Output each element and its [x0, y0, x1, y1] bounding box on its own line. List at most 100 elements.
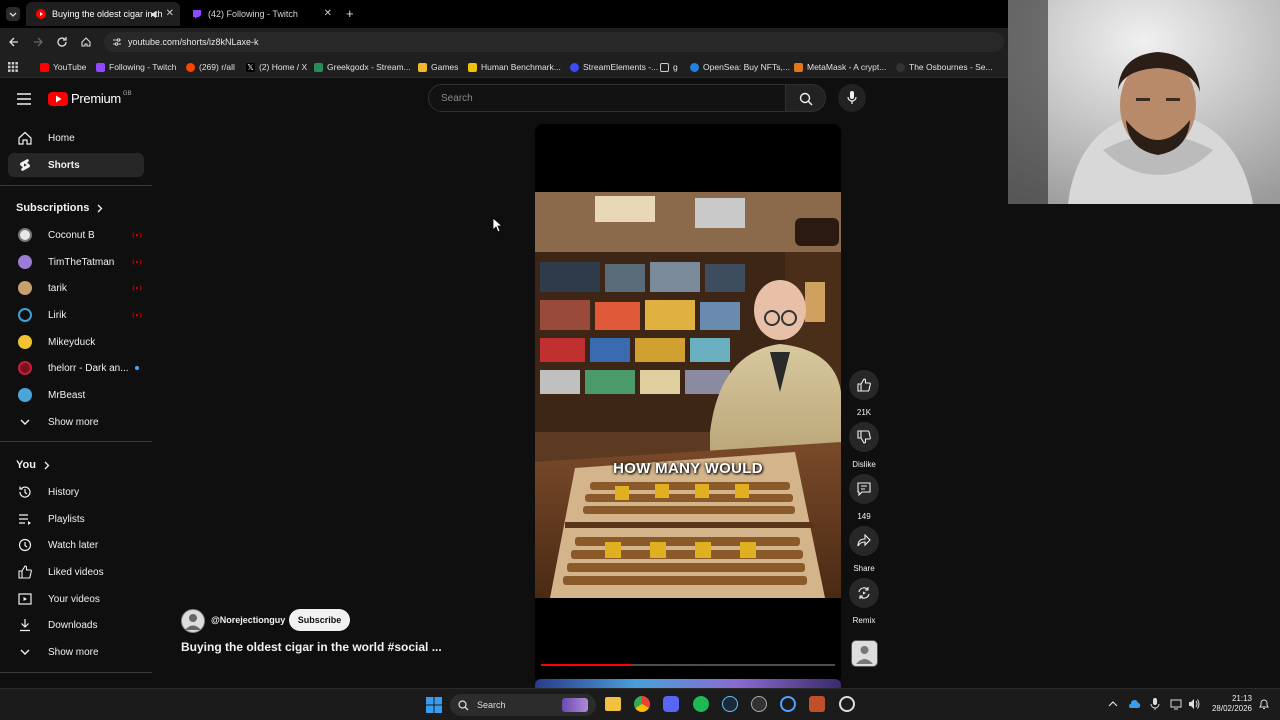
- bookmark-youtube[interactable]: YouTube: [40, 60, 86, 74]
- site-info-icon[interactable]: [112, 37, 122, 47]
- hamburger-menu-icon[interactable]: [16, 92, 32, 106]
- chrome-icon[interactable]: [634, 696, 650, 712]
- sidebar-item-tarik[interactable]: tarik: [8, 276, 144, 300]
- sidebar-item-watch-later[interactable]: Watch later: [8, 533, 144, 557]
- sidebar-item-liked-videos[interactable]: Liked videos: [8, 560, 144, 584]
- obs-icon[interactable]: [751, 696, 767, 712]
- you-heading[interactable]: You: [16, 459, 50, 471]
- back-arrow-icon[interactable]: [8, 36, 20, 48]
- bookmark-games[interactable]: Games: [418, 60, 458, 74]
- tab-search-button[interactable]: [6, 7, 20, 21]
- sound-thumbnail[interactable]: [851, 640, 878, 667]
- close-tab-icon[interactable]: ✕: [324, 8, 332, 19]
- sidebar-item-downloads[interactable]: Downloads: [8, 613, 144, 637]
- channel-name[interactable]: @Norejectionguy: [211, 615, 285, 625]
- sidebar-item-timthetatman[interactable]: TimTheTatman: [8, 250, 144, 274]
- new-content-dot: [135, 366, 139, 370]
- bookmark-reddit[interactable]: (269) r/all: [186, 60, 235, 74]
- sidebar-item-coconut-b[interactable]: Coconut B: [8, 223, 144, 247]
- sidebar-item-playlists[interactable]: Playlists: [8, 507, 144, 531]
- taskbar: Search 21:13 28/02/2026: [0, 688, 1280, 720]
- tab-twitch[interactable]: (42) Following - Twitch ✕: [182, 2, 338, 26]
- sidebar-item-history[interactable]: History: [8, 480, 144, 504]
- home-icon: [18, 131, 32, 145]
- bookmark-greekgodx[interactable]: Greekgodx - Stream...: [314, 60, 411, 74]
- url-text: youtube.com/shorts/iz8kNLaxe-k: [128, 37, 259, 47]
- search-button[interactable]: [786, 84, 826, 112]
- clock-date: 28/02/2026: [1211, 704, 1252, 713]
- sidebar-item-lirik[interactable]: Lirik: [8, 303, 144, 327]
- sidebar-item-home[interactable]: Home: [8, 126, 144, 150]
- sidebar-item-thelorr[interactable]: thelorr - Dark an...: [8, 356, 144, 380]
- home-icon[interactable]: [80, 36, 92, 48]
- close-tab-icon[interactable]: ✕: [166, 8, 174, 19]
- bookmark-osbournes[interactable]: The Osbournes - Se...: [896, 60, 993, 74]
- video-frame: [535, 192, 841, 598]
- taskbar-clock[interactable]: 21:13 28/02/2026: [1206, 694, 1252, 714]
- cloud-icon[interactable]: [1128, 698, 1140, 710]
- bookmark-twitch[interactable]: Following - Twitch: [96, 60, 176, 74]
- tab-youtube[interactable]: Buying the oldest cigar in th ✕: [26, 2, 180, 26]
- sidebar-divider: [0, 672, 152, 673]
- bookmark-x[interactable]: 𝕏 (2) Home / X: [246, 60, 307, 74]
- remix-button[interactable]: [849, 578, 879, 608]
- dislike-label: Dislike: [852, 460, 876, 469]
- like-button[interactable]: [849, 370, 879, 400]
- next-short-preview[interactable]: [535, 679, 841, 688]
- windows-start-button[interactable]: [426, 697, 442, 713]
- short-title[interactable]: Buying the oldest cigar in the world #so…: [181, 640, 442, 654]
- network-icon[interactable]: [1170, 698, 1182, 710]
- speaker-icon[interactable]: [150, 10, 159, 19]
- reload-icon[interactable]: [56, 36, 68, 48]
- comments-button[interactable]: [849, 474, 879, 504]
- subscribe-button[interactable]: Subscribe: [289, 609, 350, 631]
- search-input[interactable]: Search: [428, 84, 786, 112]
- bookmark-human-benchmark[interactable]: Human Benchmark...: [468, 60, 561, 74]
- shorts-player[interactable]: HOW MANY WOULD: [535, 124, 841, 684]
- sidebar-item-your-videos[interactable]: Your videos: [8, 587, 144, 611]
- app-icon-2[interactable]: [809, 696, 825, 712]
- new-tab-button[interactable]: +: [346, 6, 354, 21]
- file-explorer-icon[interactable]: [605, 697, 621, 711]
- sidebar-item-mikeyduck[interactable]: Mikeyduck: [8, 330, 144, 354]
- volume-icon[interactable]: [1188, 698, 1200, 710]
- share-icon: [857, 534, 871, 547]
- dislike-button[interactable]: [849, 422, 879, 452]
- youtube-premium-logo[interactable]: Premium GB: [48, 91, 132, 106]
- bookmark-opensea[interactable]: OpenSea: Buy NFTs,...: [690, 60, 790, 74]
- chevron-down-icon: [20, 649, 30, 655]
- folder-icon: [660, 62, 669, 72]
- address-bar[interactable]: youtube.com/shorts/iz8kNLaxe-k: [104, 32, 1004, 52]
- bookmark-streamelements[interactable]: StreamElements -...: [570, 60, 658, 74]
- app-icon[interactable]: [780, 696, 796, 712]
- chevron-up-icon[interactable]: [1108, 699, 1118, 709]
- chevron-down-icon: [9, 12, 17, 17]
- notifications-icon[interactable]: [1258, 698, 1270, 710]
- sidebar-item-mrbeast[interactable]: MrBeast: [8, 383, 144, 407]
- apps-grid-icon[interactable]: [8, 62, 18, 72]
- steam-icon[interactable]: [722, 696, 738, 712]
- mouse-cursor-icon: [492, 217, 502, 233]
- subscriptions-heading[interactable]: Subscriptions: [16, 202, 103, 214]
- you-show-more[interactable]: Show more: [8, 640, 144, 664]
- share-button[interactable]: [849, 526, 879, 556]
- tab-title: (42) Following - Twitch: [208, 9, 298, 19]
- subscriptions-show-more[interactable]: Show more: [8, 410, 144, 434]
- audio-source-icon: [856, 646, 873, 664]
- bookmark-folder-g[interactable]: g: [660, 60, 678, 74]
- microphone-icon[interactable]: [1150, 698, 1160, 710]
- forward-arrow-icon[interactable]: [32, 36, 44, 48]
- bookmark-metamask[interactable]: MetaMask - A crypt...: [794, 60, 886, 74]
- history-icon: [19, 486, 31, 498]
- voice-search-button[interactable]: [838, 84, 866, 112]
- discord-icon[interactable]: [663, 696, 679, 712]
- twitch-favicon-icon: [96, 62, 105, 72]
- channel-avatar[interactable]: [181, 609, 205, 633]
- app-icon-3[interactable]: [839, 696, 855, 712]
- taskbar-search[interactable]: Search: [450, 694, 596, 716]
- video-progress-track[interactable]: [541, 664, 835, 666]
- spotify-icon[interactable]: [693, 696, 709, 712]
- sidebar-item-shorts[interactable]: Shorts: [8, 153, 144, 177]
- benchmark-favicon-icon: [468, 62, 477, 72]
- comments-count: 149: [857, 512, 871, 521]
